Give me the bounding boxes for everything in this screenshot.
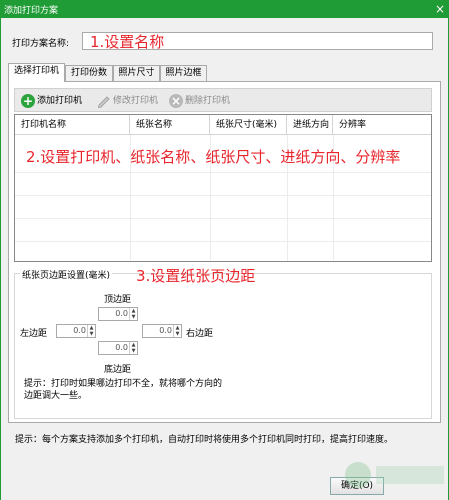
annotation-step3: 3.设置纸张页边距 <box>136 267 256 285</box>
close-icon[interactable]: × <box>431 0 449 18</box>
add-printer-button[interactable]: + 添加打印机 <box>21 93 82 109</box>
top-margin-spinner[interactable]: 0.0 ▲ ▼ <box>98 307 138 321</box>
spinner-arrows-icon: ▲ ▼ <box>87 325 95 337</box>
right-margin-label: 右边距 <box>186 329 214 339</box>
right-margin-spinner[interactable]: 0.0 ▲ ▼ <box>142 324 182 338</box>
bottom-margin-spinner[interactable]: 0.0 ▲ ▼ <box>98 341 138 355</box>
add-icon: + <box>21 93 35 108</box>
pencil-icon <box>97 95 110 108</box>
tab-select-printer[interactable]: 选择打印机 <box>8 63 65 82</box>
margin-tip-text: 提示：打印时如果哪边打印不全，就将哪个方向的边距调大一些。 <box>24 379 223 401</box>
left-margin-spinner[interactable]: 0.0 ▲ ▼ <box>56 324 96 338</box>
top-margin-label: 顶边距 <box>104 295 132 305</box>
spinner-arrows-icon: ▲ ▼ <box>173 325 181 337</box>
table-header: 打印机名称 纸张名称 纸张尺寸(毫米) 进纸方向 分辨率 <box>15 115 431 135</box>
printer-toolbar: + 添加打印机 修改打印机 × 删除打印机 <box>14 88 432 112</box>
footer-tip-text: 提示：每个方案支持添加多个打印机，自动打印时将使用多个打印机同时打印，提高打印速… <box>15 435 394 445</box>
tab-print-copies[interactable]: 打印份数 <box>65 65 113 81</box>
spinner-arrows-icon: ▲ ▼ <box>129 342 137 354</box>
tab-photo-size[interactable]: 照片尺寸 <box>113 65 160 81</box>
window-title: 添加打印方案 <box>4 6 59 16</box>
delete-printer-button[interactable]: × 删除打印机 <box>169 93 230 109</box>
column-header-paper-name: 纸张名称 <box>130 115 210 135</box>
column-header-resolution: 分辨率 <box>339 120 367 130</box>
grid-row-line <box>15 218 431 219</box>
left-margin-label: 左边距 <box>20 329 48 339</box>
watermark-logo <box>345 462 444 488</box>
bottom-margin-label: 底边距 <box>104 365 132 375</box>
grid-row-line <box>15 195 431 196</box>
column-header-paper-size: 纸张尺寸(毫米) <box>210 115 287 135</box>
grid-row-line <box>15 172 431 173</box>
grid-row-line <box>15 241 431 242</box>
annotation-step2: 2.设置打印机、纸张名称、纸张尺寸、进纸方向、分辨率 <box>26 148 401 166</box>
column-header-feed-direction: 进纸方向 <box>287 115 333 135</box>
annotation-step1: 1.设置名称 <box>90 33 165 51</box>
edit-printer-button[interactable]: 修改打印机 <box>97 93 158 109</box>
spinner-arrows-icon: ▲ ▼ <box>129 308 137 320</box>
printer-table[interactable]: 打印机名称 纸张名称 纸张尺寸(毫米) 进纸方向 分辨率 <box>14 114 432 262</box>
delete-icon: × <box>169 93 183 108</box>
column-header-printer-name: 打印机名称 <box>15 115 130 135</box>
title-bar: 添加打印方案 × <box>0 0 449 18</box>
scheme-name-label: 打印方案名称: <box>12 39 70 49</box>
tab-photo-border[interactable]: 照片边框 <box>160 65 207 81</box>
margin-group-title: 纸张页边距设置(毫米) <box>20 268 113 281</box>
